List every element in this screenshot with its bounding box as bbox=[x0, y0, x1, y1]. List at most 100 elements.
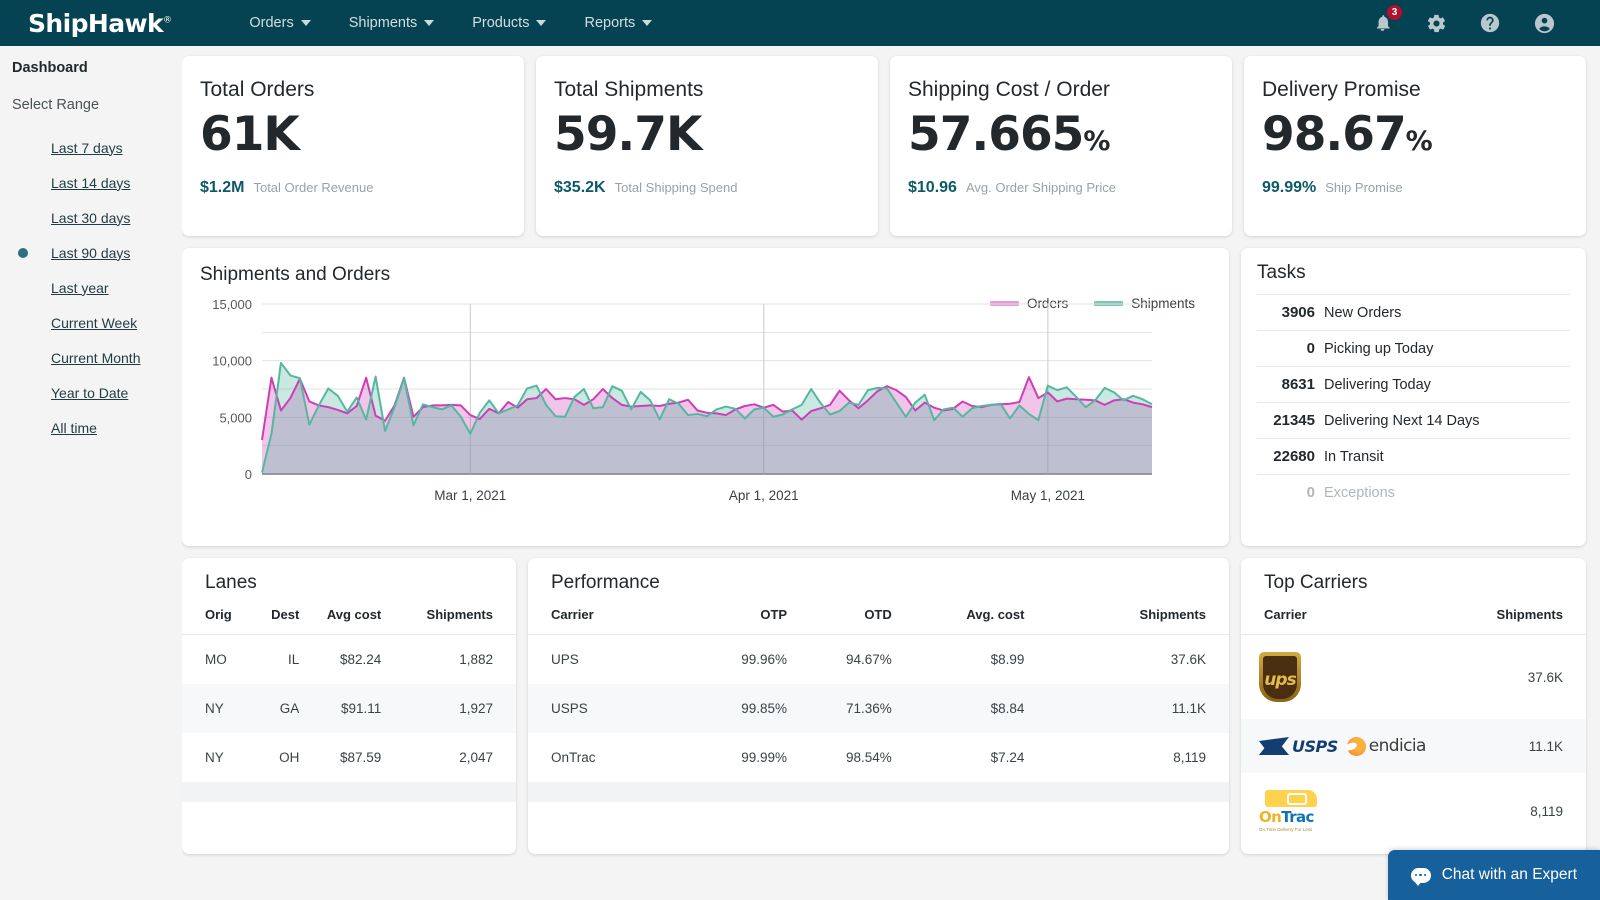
gear-icon bbox=[1426, 13, 1447, 34]
table-row[interactable]: NY OH $87.59 2,047 bbox=[182, 733, 516, 782]
task-row-picking-up-today[interactable]: 0 Picking up Today bbox=[1257, 330, 1570, 366]
table-header-row: Carrier Shipments bbox=[1241, 607, 1586, 635]
column-header-orig[interactable]: Orig bbox=[182, 607, 257, 635]
settings-button[interactable] bbox=[1424, 11, 1448, 35]
table-row[interactable]: OnTrac 99.99% 98.54% $7.24 8,119 bbox=[528, 733, 1229, 782]
sidebar-item-label: Year to Date bbox=[51, 385, 128, 401]
nav-item-reports[interactable]: Reports bbox=[584, 15, 652, 31]
task-label: Exceptions bbox=[1324, 485, 1395, 501]
perf-avg-cost: $7.24 bbox=[892, 733, 1025, 782]
sidebar-item-current-week[interactable]: Current Week bbox=[12, 305, 182, 340]
column-header-shipments[interactable]: Shipments bbox=[1024, 607, 1229, 635]
kpi-title: Total Orders bbox=[200, 78, 506, 102]
sidebar-item-last-year[interactable]: Last year bbox=[12, 270, 182, 305]
svg-text:May 1, 2021: May 1, 2021 bbox=[1011, 488, 1085, 503]
kpi-card-row: Total Orders 61K $1.2M Total Order Reven… bbox=[182, 56, 1586, 236]
table-row[interactable]: UPS 99.96% 94.67% $8.99 37.6K bbox=[528, 635, 1229, 685]
chat-label: Chat with an Expert bbox=[1442, 866, 1577, 884]
top-navigation-bar: ShipHawk® Orders Shipments Products Repo… bbox=[0, 0, 1600, 46]
perf-shipments: 8,119 bbox=[1024, 733, 1229, 782]
table-row[interactable]: NY GA $91.11 1,927 bbox=[182, 684, 516, 733]
sidebar-item-year-to-date[interactable]: Year to Date bbox=[12, 375, 182, 410]
account-button[interactable] bbox=[1532, 11, 1556, 35]
perf-otp: 99.96% bbox=[682, 635, 787, 685]
table-row[interactable]: ups 37.6K bbox=[1241, 635, 1586, 720]
sidebar-item-current-month[interactable]: Current Month bbox=[12, 340, 182, 375]
sidebar-item-last-90-days[interactable]: Last 90 days bbox=[12, 235, 182, 270]
kpi-sub-value: $1.2M bbox=[200, 179, 244, 197]
chat-with-expert-button[interactable]: Chat with an Expert bbox=[1388, 850, 1600, 900]
nav-item-shipments[interactable]: Shipments bbox=[349, 15, 435, 31]
nav-item-products-label: Products bbox=[472, 15, 529, 31]
sidebar-item-last-7-days[interactable]: Last 7 days bbox=[12, 130, 182, 165]
task-count: 22680 bbox=[1257, 448, 1315, 465]
selected-indicator bbox=[18, 248, 38, 258]
sidebar-item-label: Last 90 days bbox=[51, 245, 130, 261]
column-header-carrier[interactable]: Carrier bbox=[1241, 607, 1473, 635]
sidebar-item-label: Current Week bbox=[51, 315, 137, 331]
lane-avg-cost: $91.11 bbox=[299, 684, 381, 733]
carrier-shipments: 8,119 bbox=[1473, 773, 1586, 849]
column-header-otd[interactable]: OTD bbox=[787, 607, 892, 635]
column-header-otp[interactable]: OTP bbox=[682, 607, 787, 635]
top-carriers-table: Carrier Shipments ups 37.6K bbox=[1241, 607, 1586, 849]
ontrac-package-icon bbox=[1265, 790, 1317, 807]
shiphawk-logo[interactable]: ShipHawk® bbox=[28, 9, 171, 38]
task-row-delivering-today[interactable]: 8631 Delivering Today bbox=[1257, 366, 1570, 402]
notifications-button[interactable]: 3 bbox=[1370, 11, 1394, 35]
kpi-value: 61K bbox=[200, 111, 506, 158]
table-row[interactable]: USPS 99.85% 71.36% $8.84 11.1K bbox=[528, 684, 1229, 733]
perf-otd: 98.54% bbox=[787, 733, 892, 782]
nav-item-orders[interactable]: Orders bbox=[249, 15, 310, 31]
chart-title: Shipments and Orders bbox=[200, 264, 1211, 286]
perf-otd: 94.67% bbox=[787, 635, 892, 685]
chart-plot-area: 05,00010,00015,000Mar 1, 2021Apr 1, 2021… bbox=[200, 296, 1211, 506]
task-row-exceptions[interactable]: 0 Exceptions bbox=[1257, 474, 1570, 510]
sidebar-item-label: Last 14 days bbox=[51, 175, 130, 191]
middle-row: Shipments and Orders Orders Shipments 05… bbox=[182, 248, 1586, 546]
help-button[interactable] bbox=[1478, 11, 1502, 35]
chevron-down-icon bbox=[424, 20, 434, 26]
column-header-avg-cost[interactable]: Avg. cost bbox=[892, 607, 1025, 635]
kpi-footer: $10.96 Avg. Order Shipping Price bbox=[908, 179, 1214, 197]
kpi-sub-label: Ship Promise bbox=[1325, 180, 1402, 195]
perf-avg-cost: $8.84 bbox=[892, 684, 1025, 733]
column-header-dest[interactable]: Dest bbox=[257, 607, 299, 635]
top-carriers-card: Top Carriers Carrier Shipments ups bbox=[1241, 558, 1586, 854]
sidebar-item-last-14-days[interactable]: Last 14 days bbox=[12, 165, 182, 200]
task-count: 0 bbox=[1257, 340, 1315, 357]
kpi-value-number: 59.7K bbox=[554, 107, 701, 162]
nav-item-products[interactable]: Products bbox=[472, 15, 546, 31]
column-header-avg-cost[interactable]: Avg cost bbox=[299, 607, 381, 635]
ontrac-wordmark: OnTrac bbox=[1259, 808, 1321, 826]
column-header-carrier[interactable]: Carrier bbox=[528, 607, 682, 635]
perf-otd: 71.36% bbox=[787, 684, 892, 733]
perf-shipments: 37.6K bbox=[1024, 635, 1229, 685]
tasks-card: Tasks 3906 New Orders 0 Picking up Today… bbox=[1241, 248, 1586, 546]
perf-avg-cost: $8.99 bbox=[892, 635, 1025, 685]
task-row-new-orders[interactable]: 3906 New Orders bbox=[1257, 294, 1570, 330]
sidebar-item-last-30-days[interactable]: Last 30 days bbox=[12, 200, 182, 235]
svg-text:Apr 1, 2021: Apr 1, 2021 bbox=[729, 488, 799, 503]
lane-avg-cost: $87.59 bbox=[299, 733, 381, 782]
task-row-delivering-next-14-days[interactable]: 21345 Delivering Next 14 Days bbox=[1257, 402, 1570, 438]
lanes-title: Lanes bbox=[182, 572, 516, 594]
performance-card: Performance Carrier OTP OTD Avg. cost Sh… bbox=[528, 558, 1229, 854]
kpi-sub-label: Total Shipping Spend bbox=[615, 180, 738, 195]
task-label: Delivering Next 14 Days bbox=[1324, 413, 1480, 429]
lane-orig: NY bbox=[182, 733, 257, 782]
carrier-logo-cell: USPS endicia bbox=[1241, 719, 1473, 773]
table-row[interactable]: USPS endicia 11.1K bbox=[1241, 719, 1586, 773]
table-row[interactable]: OnTrac On Time Delivery For Less 8,119 bbox=[1241, 773, 1586, 849]
kpi-sub-value: $35.2K bbox=[554, 179, 606, 197]
sidebar-item-all-time[interactable]: All time bbox=[12, 410, 182, 445]
notification-badge: 3 bbox=[1386, 4, 1403, 21]
sidebar-item-label: Last 7 days bbox=[51, 140, 123, 156]
ups-logo-icon: ups bbox=[1259, 652, 1301, 702]
column-header-shipments[interactable]: Shipments bbox=[1473, 607, 1586, 635]
table-row[interactable]: MO IL $82.24 1,882 bbox=[182, 635, 516, 685]
task-row-in-transit[interactable]: 22680 In Transit bbox=[1257, 438, 1570, 474]
kpi-value: 98.67% bbox=[1262, 111, 1568, 158]
column-header-shipments[interactable]: Shipments bbox=[381, 607, 516, 635]
lane-orig: MO bbox=[182, 635, 257, 685]
